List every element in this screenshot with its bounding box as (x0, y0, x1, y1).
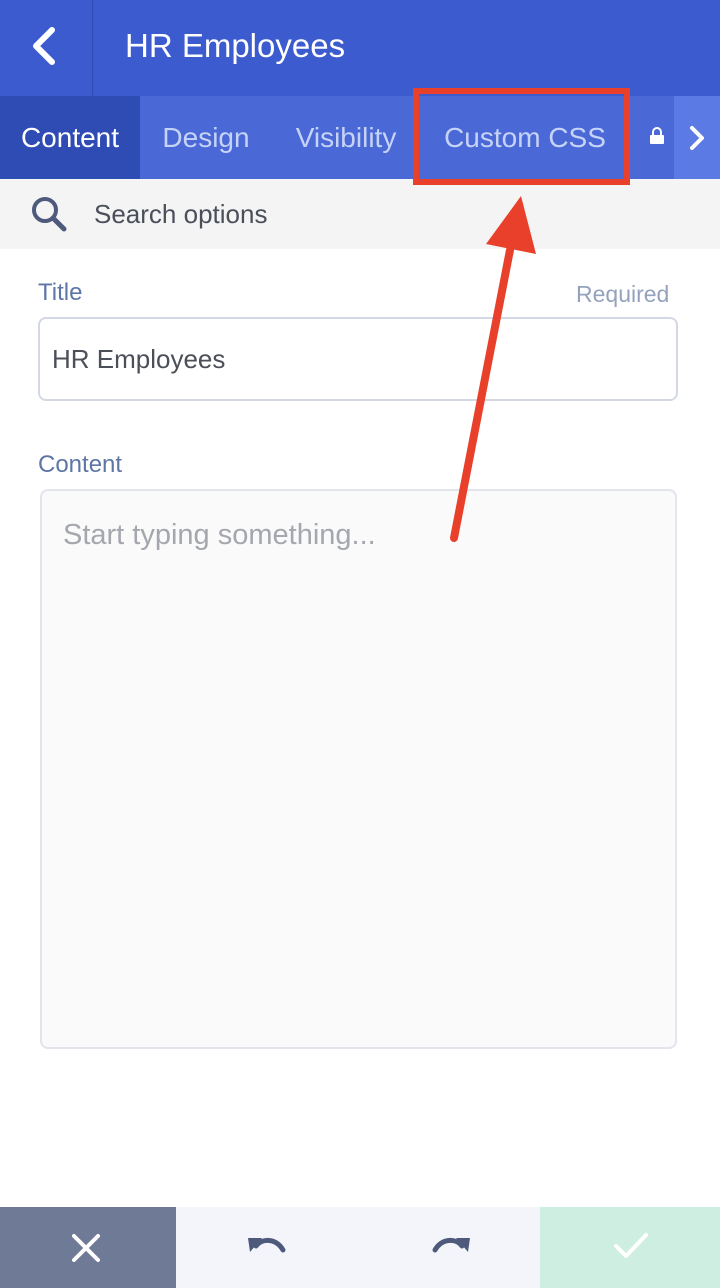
lock-icon (650, 127, 664, 144)
tab-content[interactable]: Content (0, 96, 140, 179)
content-label: Content (38, 451, 123, 478)
undo-icon (248, 1238, 286, 1253)
search-bar (0, 179, 720, 249)
tab-design[interactable]: Design (140, 96, 272, 179)
header-bar: HR Employees (0, 0, 720, 96)
search-icon (32, 197, 67, 232)
search-input[interactable] (94, 191, 694, 237)
redo-icon (432, 1238, 470, 1253)
tabs-scroll-next-button[interactable] (674, 96, 720, 179)
save-button[interactable] (540, 1207, 720, 1288)
tab-visibility[interactable]: Visibility (272, 96, 420, 179)
bottom-action-bar (0, 1207, 720, 1288)
title-input[interactable] (38, 317, 678, 401)
redo-button[interactable] (358, 1207, 540, 1288)
undo-button[interactable] (176, 1207, 358, 1288)
tab-locked[interactable] (640, 96, 674, 179)
title-label: Title (38, 279, 83, 306)
required-label: Required (576, 281, 670, 307)
page-title: HR Employees (125, 27, 346, 64)
checkmark-icon (614, 1233, 648, 1258)
tab-custom-css[interactable]: Custom CSS (420, 96, 630, 179)
cancel-button[interactable] (0, 1207, 176, 1288)
chevron-left-icon (33, 27, 55, 65)
chevron-right-icon (690, 126, 704, 150)
tab-bar: Content Design Visibility Custom CSS (0, 96, 720, 179)
close-icon (72, 1234, 100, 1262)
back-button[interactable] (0, 0, 93, 96)
content-textarea[interactable] (40, 489, 677, 1049)
